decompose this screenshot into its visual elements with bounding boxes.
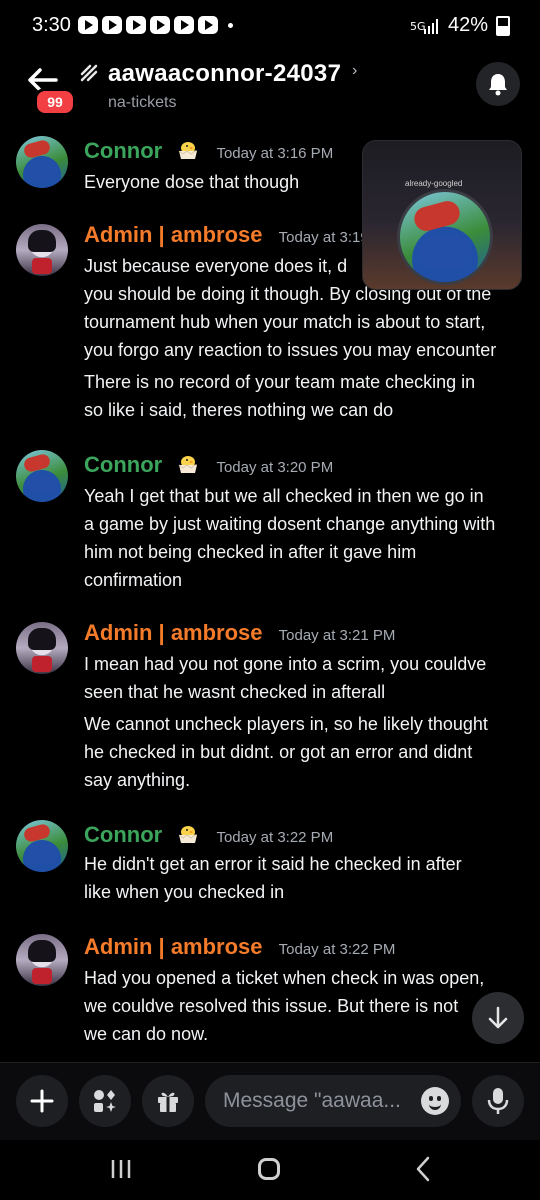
arrow-down-icon — [488, 1006, 508, 1029]
author-name[interactable]: Connor Today at 3:20 PM — [84, 452, 333, 478]
message-line: seen that he wasnt checked in afterall — [84, 682, 386, 702]
status-time: 3:30 — [32, 14, 71, 36]
status-bar: 3:30 5G 42% — [0, 0, 540, 52]
avatar[interactable] — [16, 820, 68, 872]
message-line: confirmation — [84, 570, 183, 590]
message-line: we couldve resolved this issue. But ther… — [84, 996, 459, 1016]
message-input[interactable]: Message "aawaa... — [205, 1075, 461, 1127]
youtube-notification-icon — [78, 16, 98, 34]
message-line: him not being checked in after it gave h… — [84, 542, 417, 562]
signal-icon: 5G — [410, 18, 438, 34]
battery-icon — [496, 15, 510, 36]
message-line: There is no record of your team mate che… — [84, 372, 476, 392]
message-body-followup: We cannot uncheck players in, so he like… — [84, 710, 529, 794]
chevron-right-icon[interactable]: › — [352, 62, 357, 80]
author-name[interactable]: Admin | ambrose Today at 3:19 — [84, 222, 369, 248]
recent-apps-icon[interactable] — [110, 1158, 132, 1180]
author-name-text: Admin | ambrose — [84, 620, 263, 645]
message-line: We cannot uncheck players in, so he like… — [84, 714, 488, 734]
channel-header: 99 aawaaconnor-24037 › na-tickets — [0, 52, 540, 120]
plus-icon — [30, 1089, 54, 1113]
message-placeholder: Message "aawaa... — [223, 1089, 401, 1112]
avatar[interactable] — [16, 136, 68, 188]
message-line: say anything. — [84, 770, 191, 790]
message-line: Yeah I get that but we all checked in th… — [84, 486, 484, 506]
message-line: so like i said, theres nothing we can do — [84, 400, 394, 420]
youtube-notification-icon — [102, 16, 122, 34]
gift-icon — [158, 1092, 178, 1112]
youtube-notification-icon — [126, 16, 146, 34]
hatching-chick-icon — [179, 142, 198, 159]
gift-button[interactable] — [142, 1075, 194, 1127]
apps-button[interactable] — [79, 1075, 131, 1127]
thread-icon — [80, 64, 98, 82]
author-name[interactable]: Connor Today at 3:22 PM — [84, 822, 333, 848]
emoji-picker-icon[interactable] — [421, 1087, 449, 1115]
author-name-text: Admin | ambrose — [84, 934, 263, 959]
youtube-notification-icon — [198, 16, 218, 34]
avatar[interactable] — [16, 934, 68, 986]
timestamp: Today at 3:22 PM — [278, 941, 396, 958]
more-notifications-icon — [228, 22, 233, 28]
hatching-chick-icon — [179, 456, 198, 473]
message-body: Had you opened a ticket when check in wa… — [84, 964, 529, 1048]
add-attachment-button[interactable] — [16, 1075, 68, 1127]
message-composer: Message "aawaa... — [0, 1062, 540, 1141]
timestamp: Today at 3:20 PM — [216, 459, 334, 476]
battery-percent: 42% — [447, 14, 488, 36]
youtube-notification-icon — [174, 16, 194, 34]
system-nav-bar — [0, 1140, 540, 1200]
message-body: I mean had you not gone into a scrim, yo… — [84, 650, 529, 706]
message-line: Had you opened a ticket when check in wa… — [84, 968, 485, 988]
author-name-text: Connor — [84, 138, 163, 163]
apps-icon — [94, 1090, 116, 1112]
message-body: He didn't get an error it said he checke… — [84, 850, 529, 906]
youtube-notification-icon — [150, 16, 170, 34]
microphone-icon — [487, 1088, 509, 1114]
message-body: Yeah I get that but we all checked in th… — [84, 482, 529, 594]
author-name-text: Admin | ambrose — [84, 222, 263, 247]
notification-icons — [78, 16, 233, 34]
back-nav-icon[interactable] — [414, 1156, 432, 1182]
message-body-followup: There is no record of your team mate che… — [84, 368, 529, 424]
author-name[interactable]: Admin | ambrose Today at 3:21 PM — [84, 620, 395, 646]
message-line: like when you checked in — [84, 882, 285, 902]
notifications-button[interactable] — [476, 62, 520, 106]
author-name-text: Connor — [84, 452, 163, 477]
pip-avatar — [397, 189, 493, 285]
svg-text:5G: 5G — [410, 20, 426, 33]
message-line: he checked in but didnt. or got an error… — [84, 742, 473, 762]
timestamp: Today at 3:22 PM — [216, 829, 334, 846]
voice-message-button[interactable] — [472, 1075, 524, 1127]
timestamp: Today at 3:16 PM — [216, 145, 334, 162]
avatar[interactable] — [16, 450, 68, 502]
message-line: tournament hub when your match is about … — [84, 312, 486, 332]
timestamp: Today at 3:19 — [278, 229, 369, 246]
timestamp: Today at 3:21 PM — [278, 627, 396, 644]
jump-to-latest-button[interactable] — [472, 992, 524, 1044]
message-line: He didn't get an error it said he checke… — [84, 854, 462, 874]
author-name[interactable]: Admin | ambrose Today at 3:22 PM — [84, 934, 395, 960]
avatar[interactable] — [16, 224, 68, 276]
status-right: 5G 42% — [410, 14, 510, 37]
message-line: a game by just waiting dosent change any… — [84, 514, 496, 534]
unread-badge: 99 — [34, 88, 76, 116]
message-line: we can do now. — [84, 1024, 209, 1044]
message-line: I mean had you not gone into a scrim, yo… — [84, 654, 487, 674]
channel-title[interactable]: aawaaconnor-24037 — [108, 60, 341, 88]
channel-subtitle: na-tickets — [108, 94, 177, 111]
author-name-text: Connor — [84, 822, 163, 847]
avatar[interactable] — [16, 622, 68, 674]
bell-icon — [489, 74, 507, 96]
home-icon[interactable] — [258, 1158, 280, 1180]
pip-label: already-googled — [405, 179, 463, 188]
hatching-chick-icon — [179, 826, 198, 843]
pip-video-overlay[interactable]: already-googled — [362, 140, 522, 290]
message-line: you forgo any reaction to issues you may… — [84, 340, 497, 360]
author-name[interactable]: Connor Today at 3:16 PM — [84, 138, 333, 164]
